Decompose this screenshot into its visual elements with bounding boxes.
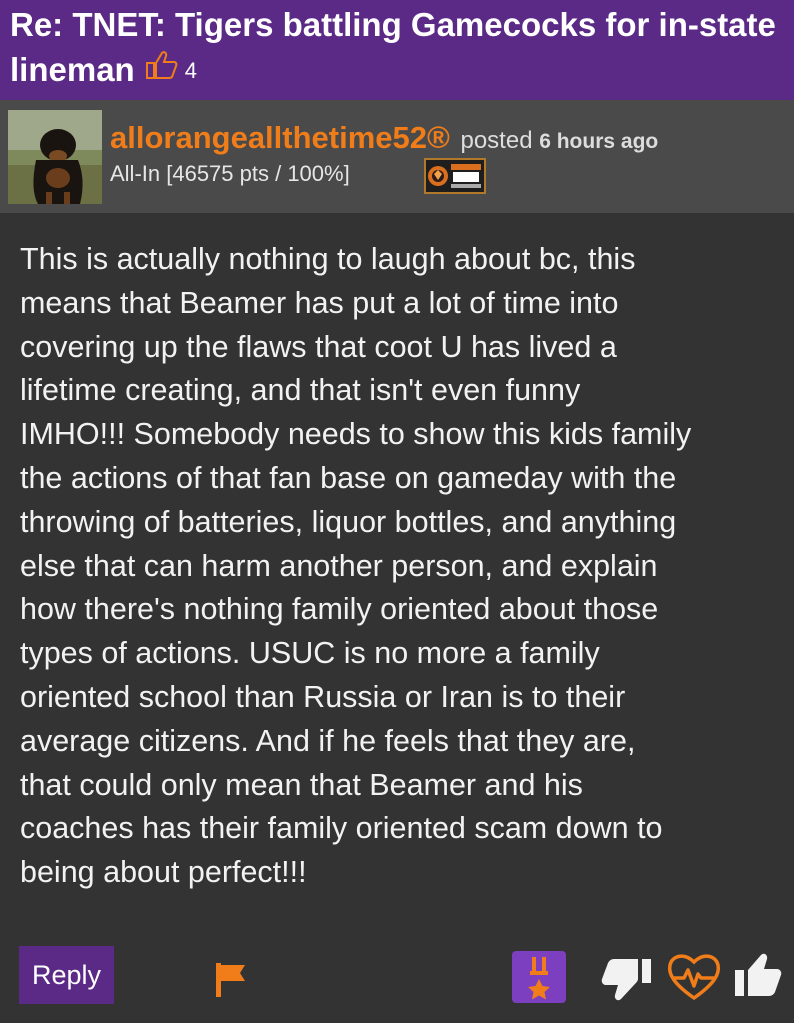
user-rank: All-In [46575 pts / 100%] [110, 161, 350, 186]
thread-title: Re: TNET: Tigers battling Gamecocks for … [10, 2, 784, 95]
username-link[interactable]: allorangeallthetime52® [110, 120, 450, 155]
post-header: allorangeallthetime52® posted 6 hours ag… [0, 100, 794, 213]
posted-time: 6 hours ago [539, 130, 659, 153]
post-body: This is actually nothing to laugh about … [20, 242, 692, 890]
medal-icon[interactable] [512, 951, 566, 1003]
avatar[interactable] [8, 110, 102, 204]
thread-title-bar: Re: TNET: Tigers battling Gamecocks for … [0, 0, 794, 100]
like-icon[interactable] [145, 46, 179, 91]
flag-icon[interactable] [214, 961, 250, 999]
heart-pulse-icon[interactable] [666, 952, 722, 1002]
thread-title-text: Re: TNET: Tigers battling Gamecocks for … [10, 6, 776, 88]
post-author[interactable]: allorangeallthetime52® posted 6 hours ag… [110, 120, 658, 156]
like-count: 4 [184, 57, 197, 83]
tigernet-ultimate-badge [424, 158, 486, 194]
posted-meta: posted 6 hours ago [460, 127, 658, 154]
reply-button[interactable]: Reply [19, 946, 114, 1004]
posted-label: posted [460, 127, 533, 154]
thumbs-up-icon[interactable] [734, 950, 786, 1000]
thumbs-down-icon[interactable] [600, 955, 652, 1003]
